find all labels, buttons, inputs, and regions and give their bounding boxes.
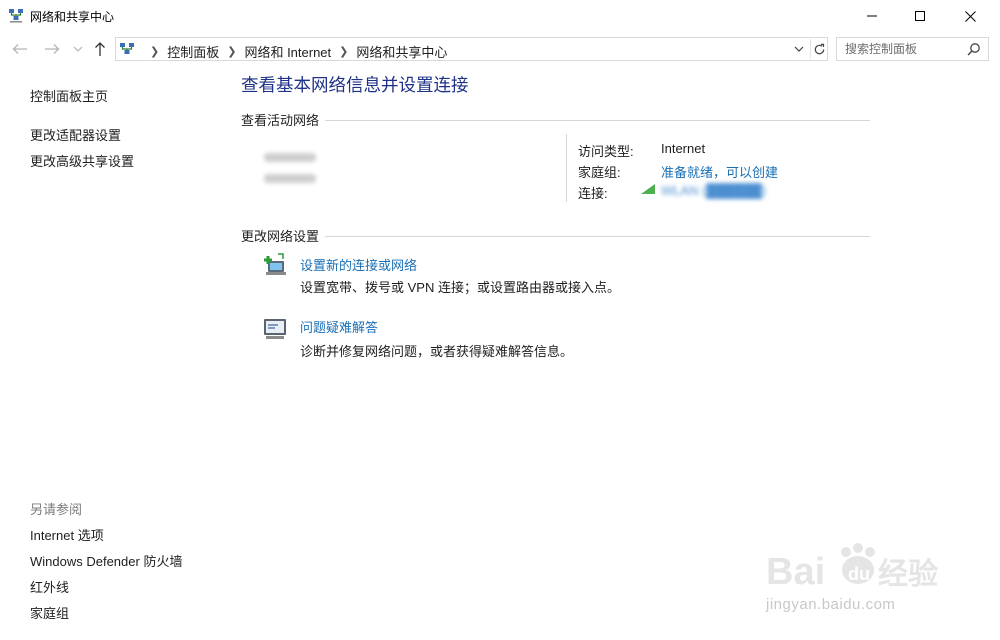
see-also-infrared[interactable]: 红外线 — [30, 577, 69, 596]
page-title: 查看基本网络信息并设置连接 — [241, 75, 469, 95]
minimize-button[interactable] — [848, 0, 896, 32]
address-history-button[interactable] — [792, 42, 806, 56]
search-box[interactable] — [836, 37, 989, 61]
search-icon[interactable] — [967, 42, 981, 56]
network-name-redacted — [264, 153, 316, 162]
wifi-signal-icon — [641, 184, 655, 194]
window-title: 网络和共享中心 — [30, 10, 115, 24]
close-icon — [964, 10, 976, 22]
setup-new-connection-link[interactable]: 设置新的连接或网络 — [300, 255, 417, 274]
see-also-windows-defender-firewall[interactable]: Windows Defender 防火墙 — [30, 551, 182, 570]
recent-locations-button[interactable] — [68, 40, 88, 58]
change-settings-heading: 更改网络设置 — [241, 226, 326, 245]
svg-text:经验: 经验 — [878, 557, 938, 592]
breadcrumb: ❯ 控制面板 ❯ 网络和 Internet ❯ 网络和共享中心 — [142, 42, 447, 61]
troubleshoot-problems-link[interactable]: 问题疑难解答 — [300, 317, 378, 336]
navigation-bar: ❯ 控制面板 ❯ 网络和 Internet ❯ 网络和共享中心 — [0, 34, 1000, 64]
breadcrumb-network-internet[interactable]: 网络和 Internet — [244, 42, 331, 61]
search-input[interactable] — [837, 38, 962, 60]
connections-label: 连接: — [578, 186, 608, 201]
chevron-down-icon — [794, 46, 804, 52]
new-connection-icon[interactable] — [262, 252, 288, 278]
troubleshoot-problems-description: 诊断并修复网络问题，或者获得疑难解答信息。 — [300, 344, 574, 359]
wlan-connection-link[interactable]: WLAN (██████) — [661, 183, 766, 198]
up-button[interactable] — [90, 40, 110, 58]
section-divider — [241, 120, 870, 121]
chevron-right-icon[interactable]: ❯ — [339, 45, 348, 58]
svg-text:Bai: Bai — [766, 551, 825, 593]
minimize-icon — [867, 15, 877, 17]
network-center-icon — [9, 9, 23, 23]
see-also-homegroup[interactable]: 家庭组 — [30, 603, 69, 622]
chevron-right-icon[interactable]: ❯ — [227, 45, 236, 58]
arrow-up-icon — [95, 42, 105, 56]
back-button[interactable] — [10, 40, 30, 58]
svg-text:du: du — [848, 564, 870, 584]
network-category-redacted — [264, 174, 316, 183]
breadcrumb-network-sharing-center[interactable]: 网络和共享中心 — [356, 42, 447, 61]
maximize-button[interactable] — [896, 0, 944, 32]
refresh-icon — [814, 43, 824, 54]
sidebar-link-change-adapter-settings[interactable]: 更改适配器设置 — [30, 125, 121, 144]
access-type-value: Internet — [661, 141, 706, 156]
section-divider — [241, 236, 870, 237]
see-also-internet-options[interactable]: Internet 选项 — [30, 525, 104, 544]
homegroup-link[interactable]: 准备就绪，可以创建 — [661, 162, 778, 181]
address-bar[interactable]: ❯ 控制面板 ❯ 网络和 Internet ❯ 网络和共享中心 — [115, 37, 828, 61]
vertical-divider — [566, 134, 567, 202]
arrow-right-icon — [45, 44, 60, 54]
maximize-icon — [915, 11, 925, 21]
control-panel-icon — [120, 43, 134, 54]
breadcrumb-control-panel[interactable]: 控制面板 — [167, 42, 219, 61]
refresh-button[interactable] — [810, 39, 827, 59]
forward-button[interactable] — [42, 40, 62, 58]
setup-new-connection-description: 设置宽带、拨号或 VPN 连接；或设置路由器或接入点。 — [300, 280, 620, 295]
active-networks-heading: 查看活动网络 — [241, 110, 326, 129]
see-also-heading: 另请参阅 — [30, 502, 83, 517]
close-button[interactable] — [946, 0, 994, 32]
watermark-url: jingyan.baidu.com — [766, 596, 896, 613]
troubleshoot-icon[interactable] — [262, 316, 288, 342]
arrow-left-icon — [12, 44, 27, 54]
chevron-down-icon — [73, 46, 83, 52]
sidebar-link-control-panel-home[interactable]: 控制面板主页 — [30, 86, 108, 105]
sidebar-link-advanced-sharing-settings[interactable]: 更改高级共享设置 — [30, 151, 134, 170]
chevron-right-icon[interactable]: ❯ — [150, 45, 159, 58]
access-type-label: 访问类型: — [578, 144, 634, 159]
homegroup-label: 家庭组: — [578, 165, 621, 180]
title-bar: 网络和共享中心 — [0, 0, 1000, 32]
